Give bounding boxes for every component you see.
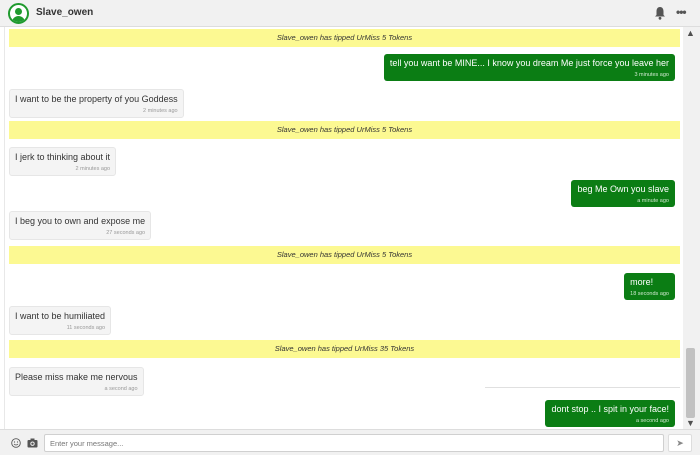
message-list[interactable]: Slave_owen has tipped UrMiss 5 Tokens te…: [4, 27, 683, 429]
message-time: 2 minutes ago: [75, 166, 111, 172]
message-time: 18 seconds ago: [630, 291, 669, 297]
smiley-icon[interactable]: [11, 438, 21, 448]
incoming-message: Please miss make me nervous a second ago: [9, 367, 144, 396]
message-text: I want to be humiliated: [15, 311, 106, 321]
message-time: a second ago: [635, 418, 669, 424]
avatar-head: [15, 8, 22, 15]
composer-bar: ➤: [0, 429, 700, 455]
bell-icon[interactable]: [654, 6, 666, 20]
message-time: 2 minutes ago: [143, 108, 178, 114]
outgoing-message: more! 18 seconds ago: [624, 273, 675, 300]
tip-notice: Slave_owen has tipped UrMiss 35 Tokens: [9, 340, 680, 358]
scroll-down-arrow-icon[interactable]: ▼: [686, 418, 695, 428]
message-text: I beg you to own and expose me: [15, 216, 146, 226]
message-time: 3 minutes ago: [634, 72, 669, 78]
incoming-message: I beg you to own and expose me 27 second…: [9, 211, 152, 240]
camera-icon[interactable]: [27, 438, 38, 448]
send-arrow-icon[interactable]: ➤: [668, 434, 692, 452]
outgoing-message: beg Me Own you slave a minute ago: [571, 180, 675, 207]
outgoing-message: tell you want be MINE... I know you drea…: [383, 54, 675, 81]
avatar[interactable]: [8, 3, 29, 24]
incoming-message: I want to be the property of you Goddess…: [9, 89, 184, 118]
avatar-body: [12, 16, 25, 22]
message-text: I jerk to thinking about it: [15, 152, 111, 162]
outgoing-message: dont stop .. I spit in your face! a seco…: [545, 400, 675, 427]
scroll-up-arrow-icon[interactable]: ▲: [686, 28, 695, 38]
message-time: a minute ago: [637, 198, 669, 204]
username[interactable]: Slave_owen: [36, 7, 93, 18]
message-text: tell you want be MINE... I know you drea…: [389, 58, 669, 68]
message-text: beg Me Own you slave: [577, 184, 669, 194]
scrollbar-thumb[interactable]: [686, 348, 695, 418]
message-time: 27 seconds ago: [106, 230, 146, 236]
message-text: more!: [630, 277, 654, 287]
message-text: I want to be the property of you Goddess: [15, 94, 178, 104]
message-time: 11 seconds ago: [66, 325, 106, 331]
message-input[interactable]: [44, 434, 664, 452]
message-text: dont stop .. I spit in your face!: [551, 404, 669, 414]
more-dots-icon[interactable]: •••: [676, 6, 687, 18]
incoming-message: I jerk to thinking about it 2 minutes ag…: [9, 147, 117, 176]
tip-notice: Slave_owen has tipped UrMiss 5 Tokens: [9, 29, 680, 47]
tip-notice: Slave_owen has tipped UrMiss 5 Tokens: [9, 246, 680, 264]
chat-header: Slave_owen •••: [0, 0, 700, 27]
message-time: a second ago: [104, 386, 138, 392]
incoming-message: I want to be humiliated 11 seconds ago: [9, 306, 112, 335]
tip-notice: Slave_owen has tipped UrMiss 5 Tokens: [9, 121, 680, 139]
divider: [485, 387, 680, 388]
message-text: Please miss make me nervous: [15, 372, 138, 382]
